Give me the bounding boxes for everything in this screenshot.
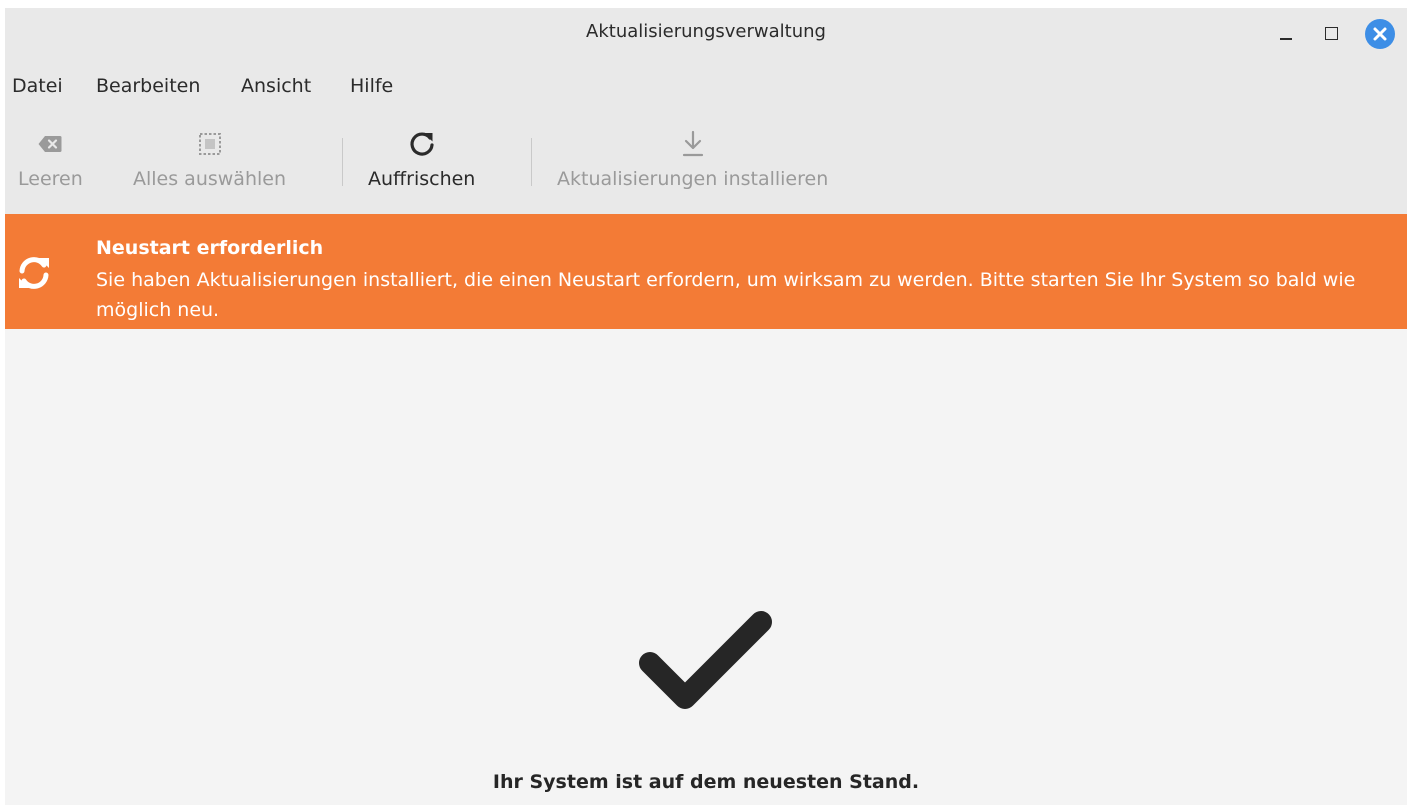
select-all-label: Alles auswählen xyxy=(133,168,287,190)
menu-view[interactable]: Ansicht xyxy=(241,75,311,97)
toolbar-separator xyxy=(342,138,343,186)
backspace-icon xyxy=(38,136,62,152)
checkmark-icon xyxy=(639,611,772,709)
maximize-button[interactable] xyxy=(1319,20,1345,46)
window-title: Aktualisierungsverwaltung xyxy=(586,21,826,42)
update-manager-window: Aktualisierungsverwaltung Datei Bearbeit… xyxy=(5,8,1407,805)
install-updates-button[interactable]: Aktualisierungen installieren xyxy=(557,124,828,190)
banner-title: Neustart erforderlich xyxy=(96,237,324,259)
refresh-label: Auffrischen xyxy=(368,168,476,190)
install-updates-label: Aktualisierungen installieren xyxy=(557,168,829,190)
clear-button[interactable]: Leeren xyxy=(18,124,83,190)
close-icon xyxy=(1373,27,1387,41)
main-content: Ihr System ist auf dem neuesten Stand. xyxy=(5,329,1407,805)
toolbar-separator xyxy=(531,138,532,186)
clear-label: Leeren xyxy=(18,168,83,190)
refresh-icon xyxy=(19,257,49,289)
menu-bar: Datei Bearbeiten Ansicht Hilfe xyxy=(5,58,1407,112)
close-button[interactable] xyxy=(1365,19,1395,49)
download-icon xyxy=(682,130,703,157)
refresh-button[interactable]: Auffrischen xyxy=(368,124,475,190)
title-bar[interactable]: Aktualisierungsverwaltung xyxy=(5,8,1407,58)
menu-help[interactable]: Hilfe xyxy=(350,75,393,97)
toolbar: Leeren Alles auswählen Auffrischen Aktua… xyxy=(5,112,1407,214)
banner-message: Sie haben Aktualisierungen installiert, … xyxy=(96,269,1356,321)
menu-file[interactable]: Datei xyxy=(12,75,63,97)
menu-edit[interactable]: Bearbeiten xyxy=(96,75,200,97)
refresh-icon xyxy=(410,132,434,156)
minimize-button[interactable] xyxy=(1274,20,1300,46)
select-all-button[interactable]: Alles auswählen xyxy=(133,124,286,190)
restart-required-banner: Neustart erforderlich Sie haben Aktualis… xyxy=(5,214,1407,329)
select-all-icon xyxy=(198,133,221,155)
status-message: Ihr System ist auf dem neuesten Stand. xyxy=(492,771,920,793)
